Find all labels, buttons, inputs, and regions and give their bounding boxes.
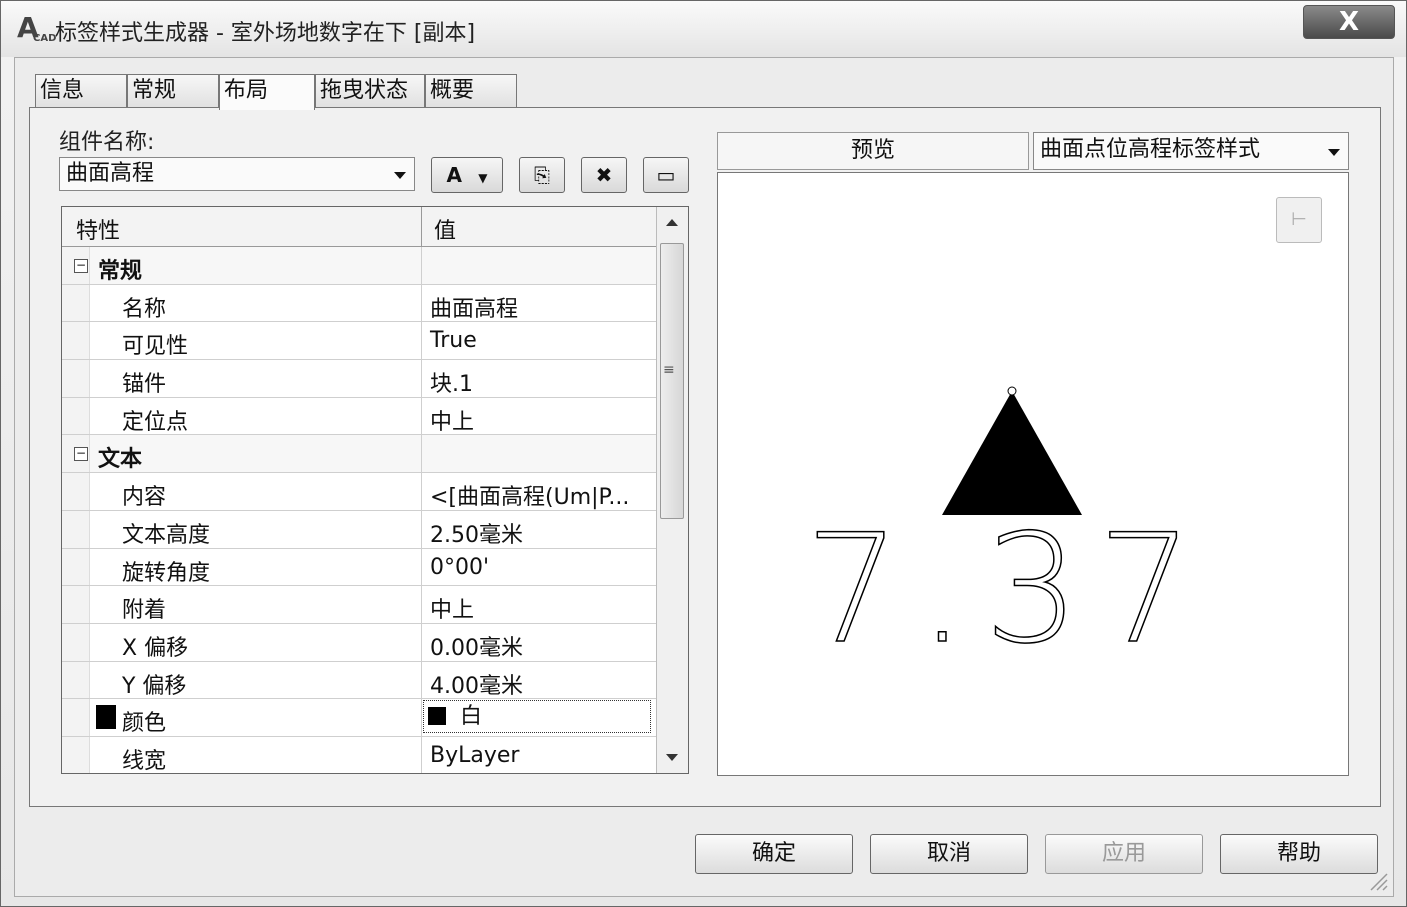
preview-drawing: 7.37	[804, 386, 1211, 678]
property-row[interactable]: 内容 <[曲面高程(Um|P...	[62, 473, 656, 511]
ok-button[interactable]: 确定	[695, 834, 853, 874]
title-bar: A CAD 标签样式生成器 - 室外场地数字在下 [副本] X	[1, 1, 1406, 57]
property-name: 旋转角度	[122, 560, 211, 586]
property-row[interactable]: X 偏移 0.00毫米	[62, 623, 656, 662]
grid-vertical-scrollbar[interactable]: ≡	[656, 207, 688, 773]
copy-component-icon: ⎘	[534, 163, 550, 187]
tab-dragged-state[interactable]: 拖曳状态	[315, 74, 425, 108]
property-row[interactable]: 文本高度 2.50毫米	[62, 510, 656, 549]
preview-label: 预览	[717, 132, 1029, 170]
group-row-text[interactable]: − 文本	[62, 435, 656, 474]
property-name: 线宽	[122, 748, 167, 774]
property-name: 名称	[122, 296, 167, 322]
group-label: 文本	[98, 447, 143, 473]
property-name: 锚件	[122, 372, 167, 398]
property-name: 文本高度	[122, 522, 211, 548]
component-name-dropdown[interactable]: 曲面高程	[59, 157, 415, 191]
preview-style-dropdown[interactable]: 曲面点位高程标签样式	[1033, 132, 1349, 170]
property-name: 颜色	[122, 711, 167, 737]
property-row[interactable]: 线宽 ByLayer	[62, 736, 656, 774]
color-swatch-icon	[428, 707, 446, 726]
property-row-selected[interactable]: 颜色 白	[62, 699, 656, 737]
window-title: 标签样式生成器 - 室外场地数字在下 [副本]	[55, 21, 476, 46]
color-swatch-icon	[96, 705, 116, 730]
property-row[interactable]: 名称 曲面高程	[62, 284, 656, 323]
property-value[interactable]: 2.50毫米	[430, 517, 523, 549]
chevron-down-icon: ▼	[478, 171, 488, 185]
create-text-component-button[interactable]: A ▼	[431, 157, 503, 193]
group-label: 常规	[98, 259, 143, 284]
scroll-up-arrow-icon[interactable]	[666, 219, 678, 226]
tab-layout[interactable]: 布局	[219, 74, 315, 110]
group-row-general[interactable]: − 常规	[62, 247, 656, 285]
component-name-value: 曲面高程	[66, 161, 155, 186]
property-name: Y 偏移	[122, 673, 187, 699]
property-value[interactable]: 4.00毫米	[430, 668, 523, 700]
property-row[interactable]: 附着 中上	[62, 586, 656, 624]
property-row[interactable]: 旋转角度 0°00'	[62, 548, 656, 587]
property-column-header: 特性	[76, 219, 121, 244]
tab-general[interactable]: 常规	[127, 74, 219, 108]
property-value[interactable]: 中上	[430, 404, 474, 436]
value-column-header: 值	[434, 219, 457, 244]
dialog-client-area: 信息 常规 布局 拖曳状态 概要 组件名称: 曲面高程 A ▼ ⎘ ✖ ▭ 特性	[14, 57, 1394, 897]
chevron-down-icon	[1328, 149, 1340, 156]
property-value[interactable]: 中上	[430, 592, 474, 624]
collapse-icon[interactable]: −	[74, 259, 88, 273]
elevation-marker-triangle	[942, 391, 1082, 515]
scroll-grip-icon: ≡	[663, 362, 675, 378]
help-button[interactable]: 帮助	[1220, 834, 1378, 874]
property-name: 附着	[122, 598, 167, 624]
scroll-thumb[interactable]	[660, 243, 684, 519]
preview-canvas[interactable]: ⊢ 7.37	[717, 172, 1349, 776]
copy-component-button[interactable]: ⎘	[519, 157, 565, 193]
property-value[interactable]: True	[430, 328, 477, 353]
property-row[interactable]: 定位点 中上	[62, 397, 656, 436]
close-button[interactable]: X	[1303, 5, 1395, 39]
text-component-icon: A	[446, 163, 462, 187]
chevron-down-icon	[394, 172, 406, 179]
preview-style-value: 曲面点位高程标签样式	[1040, 137, 1261, 162]
property-value[interactable]: <[曲面高程(Um|P...	[430, 479, 629, 511]
tab-info[interactable]: 信息	[35, 74, 127, 108]
property-value[interactable]: 0.00毫米	[430, 630, 523, 662]
component-name-label: 组件名称:	[59, 130, 155, 155]
elevation-sample-text: 7.37	[805, 503, 1211, 677]
property-row[interactable]: Y 偏移 4.00毫米	[62, 661, 656, 700]
property-value[interactable]: 0°00'	[430, 555, 489, 580]
resize-grip-icon[interactable]	[1367, 870, 1389, 892]
property-name: X 偏移	[122, 635, 189, 661]
property-name: 定位点	[122, 409, 189, 435]
collapse-icon[interactable]: −	[74, 447, 88, 462]
delete-component-button[interactable]: ✖	[581, 157, 627, 193]
property-name: 可见性	[122, 334, 189, 360]
autocad-app-icon: A CAD	[17, 11, 57, 44]
property-value-color[interactable]: 白	[423, 700, 651, 734]
property-name: 内容	[122, 485, 167, 511]
property-value[interactable]: 曲面高程	[430, 291, 518, 323]
property-rows: − 常规 名称 曲面高程 可见性 True 锚件 块.1 定位点 中上 − 文本…	[62, 247, 656, 774]
property-value[interactable]: 块.1	[430, 366, 473, 398]
property-value[interactable]: ByLayer	[430, 743, 519, 768]
label-style-composer-window: A CAD 标签样式生成器 - 室外场地数字在下 [副本] X 信息 常规 布局 …	[0, 0, 1407, 907]
delete-icon: ✖	[595, 163, 613, 187]
apply-button[interactable]: 应用	[1045, 834, 1203, 874]
property-row[interactable]: 锚件 块.1	[62, 360, 656, 398]
cancel-button[interactable]: 取消	[870, 834, 1028, 874]
anchor-point-icon	[1007, 386, 1017, 396]
draw-order-icon: ▭	[656, 163, 676, 187]
properties-grid: 特性 值 − 常规 名称 曲面高程 可见性 True 锚件 块.1 定位点 中上…	[61, 206, 689, 774]
scroll-down-arrow-icon[interactable]	[666, 754, 678, 761]
tab-summary[interactable]: 概要	[425, 74, 517, 108]
component-draw-order-button[interactable]: ▭	[643, 157, 689, 193]
grid-header: 特性 值	[62, 207, 656, 247]
property-row[interactable]: 可见性 True	[62, 322, 656, 361]
